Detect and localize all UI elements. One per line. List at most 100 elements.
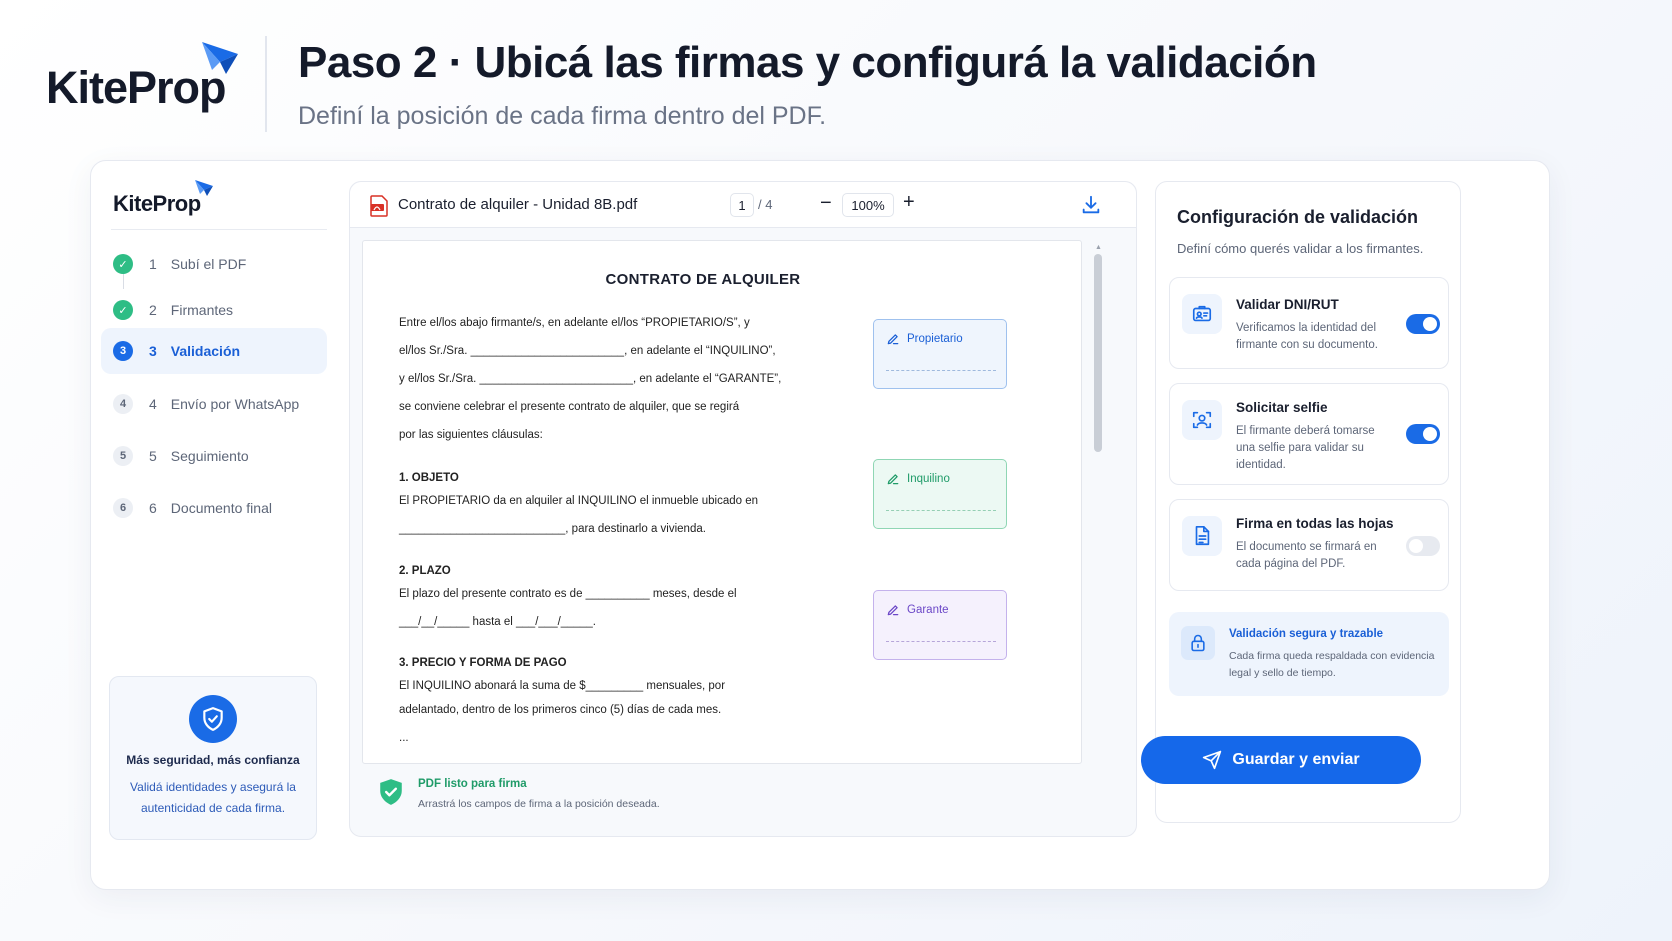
step-badge: 5 [113,446,133,466]
step-number: 6 [149,500,157,516]
document-heading: 3. PRECIO Y FORMA DE PAGO [399,657,567,669]
trust-card: Más seguridad, más confianza Validá iden… [109,676,317,840]
document-line: el/los Sr./Sra. ________________________… [399,345,776,357]
step-badge: 6 [113,498,133,518]
step-badge: 3 [113,341,133,361]
pdf-ready-title: PDF listo para firma [418,778,527,790]
pdf-scrollbar[interactable]: ▲ [1092,240,1104,764]
sidebar-separator [111,229,327,230]
lock-icon [1181,626,1215,660]
option-description: Verificamos la identidad del firmante co… [1236,322,1378,351]
signature-field-garante[interactable]: Garante [873,590,1007,660]
viewer-toolbar: Contrato de alquiler - Unidad 8B.pdf 1 /… [350,182,1136,228]
signature-line [886,510,996,511]
check-icon: ✓ [113,254,133,274]
zoom-out-button[interactable]: − [820,192,832,215]
validate-id-toggle[interactable] [1406,314,1440,334]
header-logo: KiteProp [46,40,238,120]
check-icon: ✓ [113,300,133,320]
document-line: adelantado, dentro de los primeros cinco… [399,704,722,716]
config-title: Configuración de validación [1177,207,1419,227]
kite-icon [195,180,213,196]
signature-field-label: Inquilino [907,473,950,485]
secure-validation-note: Validación segura y trazable Cada firma … [1169,612,1449,696]
file-name: Contrato de alquiler - Unidad 8B.pdf [398,196,638,213]
document-line: El plazo del presente contrato es de ___… [399,588,737,600]
download-icon[interactable] [1080,194,1102,216]
validation-config-panel: Configuración de validación Definí cómo … [1155,181,1461,823]
zoom-level-input[interactable]: 100% [842,193,894,217]
document-title: CONTRATO DE ALQUILER [605,271,801,288]
step-number: 2 [149,302,157,318]
step-label: Documento final [170,500,272,516]
sign-all-pages-toggle[interactable] [1406,536,1440,556]
document-line: __________________________, para destina… [399,523,706,535]
step-label: Validación [170,343,241,359]
shield-check-icon [380,779,402,805]
document-ellipsis: ... [399,732,409,744]
option-title: Validar DNI/RUT [1236,297,1339,312]
page-number-input[interactable]: 1 [730,193,754,217]
save-button-label: Guardar y enviar [1232,751,1360,768]
document-line: por las siguientes cláusulas: [399,429,543,441]
page-title: Paso 2 · Ubicá las firmas y configurá la… [298,38,1317,87]
signature-line [886,641,996,642]
sidebar-step-upload[interactable]: ✓ 1 Subí el PDF [101,241,327,287]
step-label: Subí el PDF [170,256,247,272]
pdf-ready-hint: Arrastrá los campos de firma a la posici… [418,798,660,810]
sidebar-step-signers[interactable]: ✓ 2 Firmantes [101,287,327,333]
document-heading: 1. OBJETO [399,472,459,484]
kite-icon [202,42,238,74]
zoom-in-button[interactable]: + [903,191,915,214]
pdf-viewer: Contrato de alquiler - Unidad 8B.pdf 1 /… [349,181,1137,837]
document-line: El PROPIETARIO da en alquiler al INQUILI… [399,495,759,507]
scroll-up-arrow-icon[interactable]: ▲ [1095,244,1102,251]
option-description: El documento se firmará en cada página d… [1236,541,1377,570]
option-description: El firmante deberá tomarse una selfie pa… [1236,425,1375,471]
scrollbar-thumb[interactable] [1094,254,1102,452]
step-number: 5 [149,448,157,464]
signature-field-propietario[interactable]: Propietario [873,319,1007,389]
sidebar-step-final-document[interactable]: 6 6 Documento final [101,485,327,531]
step-number: 3 [149,343,157,359]
signature-field-label: Propietario [907,333,963,345]
document-line: se conviene celebrar el presente contrat… [399,401,740,413]
pen-icon [887,334,899,345]
signature-field-label: Garante [907,604,949,616]
save-and-send-button[interactable]: Guardar y enviar [1141,736,1421,784]
document-line: ___/__/_____ hasta el ___/___/_____. [399,616,596,628]
sidebar-logo[interactable]: KiteProp [113,179,223,219]
signature-line [886,370,996,371]
option-title: Firma en todas las hojas [1236,516,1394,531]
step-label: Firmantes [170,302,234,318]
trust-title: Más seguridad, más confianza [126,753,300,767]
step-number: 4 [149,396,157,412]
pen-icon [887,474,899,485]
sidebar-step-validation[interactable]: 3 3 Validación [101,328,327,374]
document-line: El INQUILINO abonará la suma de $_______… [399,680,726,692]
request-selfie-toggle[interactable] [1406,424,1440,444]
document-heading: 2. PLAZO [399,565,451,577]
shield-check-icon [189,695,237,743]
signature-field-inquilino[interactable]: Inquilino [873,459,1007,529]
pdf-file-icon [370,195,388,217]
step-label: Seguimiento [170,448,249,464]
trust-text: Validá identidades y asegurá la autentic… [130,780,296,815]
pdf-page: CONTRATO DE ALQUILER Entre el/los abajo … [362,240,1082,764]
config-subtitle: Definí cómo querés validar a los firmant… [1177,241,1424,256]
send-icon [1203,750,1222,770]
document-icon [1182,516,1222,556]
sidebar-step-tracking[interactable]: 5 5 Seguimiento [101,433,327,479]
header-divider [265,36,267,132]
option-request-selfie: Solicitar selfie El firmante deberá toma… [1169,383,1449,485]
sidebar-logo-wordmark: KiteProp [113,191,201,216]
document-line: Entre el/los abajo firmante/s, en adelan… [399,317,750,329]
id-card-icon [1182,294,1222,334]
option-sign-all-pages: Firma en todas las hojas El documento se… [1169,499,1449,591]
step-number: 1 [149,256,157,272]
step-label: Envío por WhatsApp [170,396,300,412]
page-subtitle: Definí la posición de cada firma dentro … [298,102,827,130]
pen-icon [887,605,899,616]
sidebar-step-whatsapp[interactable]: 4 4 Envío por WhatsApp [101,381,327,427]
secure-text: Cada firma queda respaldada con evidenci… [1229,650,1435,679]
